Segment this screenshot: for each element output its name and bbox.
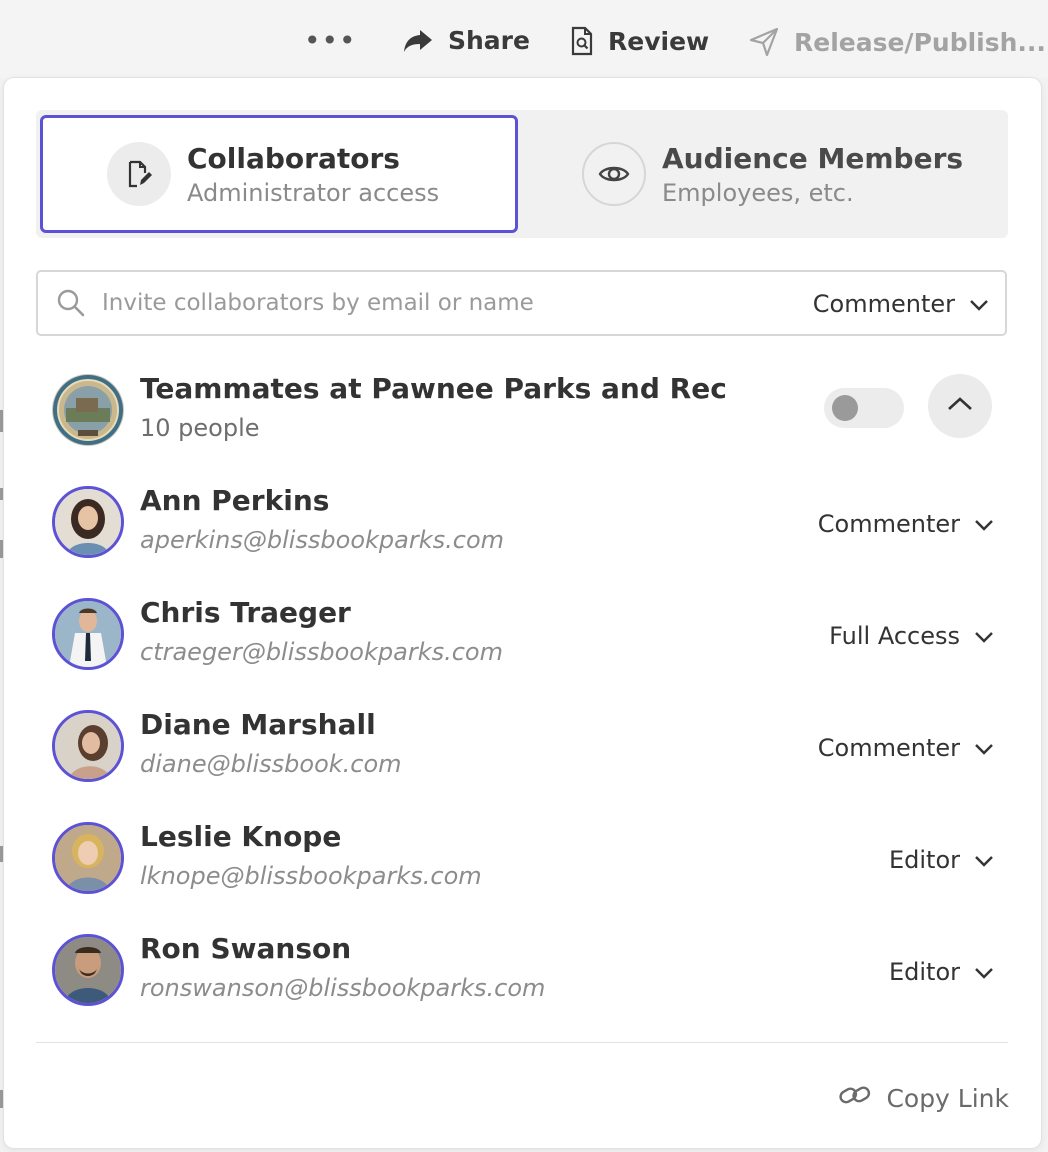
collaborator-role-dropdown[interactable]: Commenter (818, 734, 994, 762)
collaborator-name: Chris Traeger (140, 596, 351, 629)
ann-perkins-avatar (52, 486, 124, 558)
chevron-down-icon (974, 958, 994, 986)
collaborator-role-label: Full Access (829, 622, 960, 650)
team-row: Teammates at Pawnee Parks and Rec 10 peo… (52, 372, 1002, 474)
copy-link-label: Copy Link (886, 1083, 1009, 1113)
copy-link-button[interactable]: Copy Link (838, 1082, 1009, 1114)
review-label: Review (608, 26, 710, 56)
document-edit-icon (107, 142, 171, 206)
collaborator-name: Diane Marshall (140, 708, 376, 741)
share-button[interactable]: Share (402, 26, 530, 55)
team-seal-avatar (52, 374, 124, 446)
review-button[interactable]: Review (570, 26, 709, 56)
collaborator-role-label: Editor (888, 846, 960, 874)
search-icon (56, 288, 86, 318)
team-access-toggle[interactable] (824, 388, 904, 428)
tab-collaborators-title: Collaborators (187, 141, 400, 175)
invite-role-dropdown[interactable]: Commenter (813, 290, 989, 318)
collaborator-role-label: Commenter (817, 734, 960, 762)
collaborator-email: ctraeger@blissbookparks.com (140, 638, 503, 666)
share-arrow-icon (402, 28, 434, 54)
ron-swanson-avatar (52, 934, 124, 1006)
share-panel: Collaborators Administrator access Audie… (4, 78, 1041, 1148)
collaborator-email: lknope@blissbookparks.com (140, 862, 482, 890)
release-publish-label: Release/Publish... (794, 27, 1046, 57)
chevron-down-icon (969, 290, 989, 318)
tab-collaborators-subtitle: Administrator access (187, 178, 440, 207)
document-search-icon (570, 26, 594, 56)
tab-collaborators[interactable]: Collaborators Administrator access (40, 115, 518, 233)
paper-plane-icon (748, 26, 780, 58)
footer-divider (36, 1042, 1008, 1043)
diane-marshall-avatar (52, 710, 124, 782)
invite-search-bar: Commenter (36, 270, 1007, 336)
toggle-knob (832, 395, 858, 421)
chris-traeger-avatar (52, 598, 124, 670)
tab-audience-title: Audience Members (662, 141, 964, 175)
chevron-down-icon (974, 510, 994, 538)
collaborator-row: Ann Perkins aperkins@blissbookparks.com … (52, 484, 1002, 586)
collaborator-row: Diane Marshall diane@blissbook.com Comme… (52, 708, 1002, 810)
invite-role-label: Commenter (812, 290, 955, 318)
chevron-down-icon (974, 734, 994, 762)
leslie-knope-avatar (52, 822, 124, 894)
collaborator-email: aperkins@blissbookparks.com (140, 526, 505, 554)
chevron-down-icon (974, 622, 994, 650)
collapse-team-button[interactable] (928, 374, 992, 438)
invite-search-input[interactable] (102, 290, 752, 316)
team-member-count: 10 people (140, 414, 260, 442)
chevron-up-icon (947, 396, 973, 416)
team-name: Teammates at Pawnee Parks and Rec (140, 372, 727, 405)
access-type-tabs: Collaborators Administrator access Audie… (36, 110, 1008, 238)
top-toolbar: ••• Share Review Release/Publish... (0, 0, 1048, 78)
collaborator-role-dropdown[interactable]: Editor (889, 958, 994, 986)
collaborator-email: ronswanson@blissbookparks.com (140, 974, 546, 1002)
collaborator-role-dropdown[interactable]: Commenter (818, 510, 994, 538)
collaborator-row: Chris Traeger ctraeger@blissbookparks.co… (52, 596, 1002, 698)
tab-audience-members[interactable]: Audience Members Employees, etc. (580, 110, 1000, 238)
collaborator-email: diane@blissbook.com (140, 750, 402, 778)
release-publish-button[interactable]: Release/Publish... (748, 26, 1046, 58)
more-options-button[interactable]: ••• (304, 24, 357, 57)
collaborator-role-label: Commenter (817, 510, 960, 538)
eye-icon (582, 142, 646, 206)
collaborator-row: Ron Swanson ronswanson@blissbookparks.co… (52, 932, 1002, 1034)
collaborator-row: Leslie Knope lknope@blissbookparks.com E… (52, 820, 1002, 922)
collaborator-name: Leslie Knope (140, 820, 342, 853)
collaborator-name: Ann Perkins (140, 484, 330, 517)
tab-audience-subtitle: Employees, etc. (662, 178, 854, 207)
chevron-down-icon (974, 846, 994, 874)
link-icon (838, 1082, 872, 1114)
share-label: Share (448, 26, 530, 55)
collaborator-role-dropdown[interactable]: Editor (889, 846, 994, 874)
collaborator-name: Ron Swanson (140, 932, 352, 965)
collaborator-role-dropdown[interactable]: Full Access (829, 622, 994, 650)
collaborator-role-label: Editor (888, 958, 960, 986)
